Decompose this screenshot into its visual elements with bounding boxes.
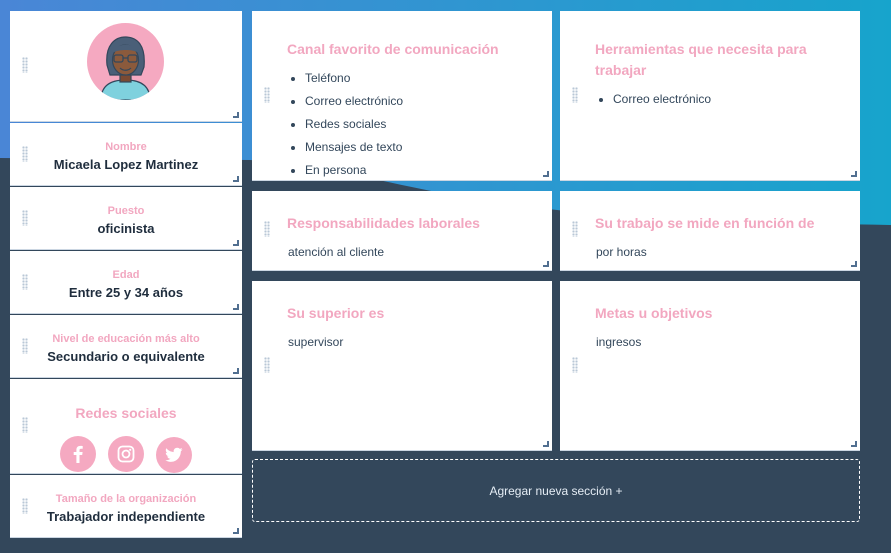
resize-handle[interactable]: [233, 240, 239, 246]
section-title: Su superior es: [287, 305, 385, 321]
drag-handle[interactable]: [22, 338, 28, 354]
list-item: Correo electrónico: [613, 88, 840, 111]
resize-handle[interactable]: [543, 441, 549, 447]
section-tools[interactable]: Herramientas que necesita para trabajar …: [560, 11, 860, 181]
section-superior[interactable]: Su superior es supervisor: [252, 281, 552, 451]
add-section-button[interactable]: Agregar nueva sección +: [252, 459, 860, 522]
field-label: Nivel de educación más alto: [52, 332, 200, 345]
woman-avatar-icon: [87, 23, 164, 100]
resize-handle[interactable]: [233, 176, 239, 182]
avatar-card: [10, 11, 242, 122]
list-item: En persona: [305, 159, 532, 182]
field-label: Edad: [112, 268, 140, 281]
section-title: Metas u objetivos: [595, 305, 713, 321]
field-value: Secundario o equivalente: [47, 348, 205, 364]
resize-handle[interactable]: [851, 171, 857, 177]
section-measured-by[interactable]: Su trabajo se mide en función de por hor…: [560, 191, 860, 271]
drag-handle[interactable]: [264, 87, 270, 103]
field-value: oficinista: [97, 220, 155, 236]
resize-handle[interactable]: [543, 171, 549, 177]
resize-handle[interactable]: [851, 441, 857, 447]
field-value: Trabajador independiente: [46, 508, 206, 524]
facebook-icon[interactable]: [59, 436, 96, 472]
persona-field-age[interactable]: Edad Entre 25 y 34 años: [10, 251, 242, 314]
section-body: Correo electrónico: [596, 88, 840, 111]
resize-handle[interactable]: [851, 261, 857, 267]
list-item: Teléfono: [305, 67, 532, 90]
social-label: Redes sociales: [75, 405, 177, 421]
section-title: Su trabajo se mide en función de: [595, 215, 815, 231]
list-item: Redes sociales: [305, 113, 532, 136]
list-item: Mensajes de texto: [305, 136, 532, 159]
persona-social-networks[interactable]: Redes sociales: [10, 379, 242, 474]
drag-handle[interactable]: [22, 210, 28, 226]
resize-handle[interactable]: [543, 261, 549, 267]
twitter-icon[interactable]: [156, 437, 193, 473]
field-label: Tamaño de la organización: [55, 492, 197, 505]
field-label: Puesto: [107, 204, 145, 217]
drag-handle[interactable]: [22, 146, 28, 162]
section-text: ingresos: [596, 335, 642, 349]
persona-field-job[interactable]: Puesto oficinista: [10, 187, 242, 250]
drag-handle[interactable]: [572, 357, 578, 373]
section-text: atención al cliente: [288, 245, 385, 259]
section-title: Canal favorito de comunicación: [287, 41, 499, 57]
instagram-icon[interactable]: [108, 436, 144, 472]
resize-handle[interactable]: [233, 528, 239, 534]
resize-handle[interactable]: [233, 368, 239, 374]
field-value: Micaela Lopez Martinez: [53, 156, 199, 172]
drag-handle[interactable]: [572, 87, 578, 103]
channel-list: Teléfono Correo electrónico Redes social…: [288, 67, 532, 182]
field-label: Nombre: [105, 140, 147, 153]
section-body: Teléfono Correo electrónico Redes social…: [288, 67, 532, 182]
section-text: por horas: [596, 245, 647, 259]
resize-handle[interactable]: [233, 304, 239, 310]
drag-handle[interactable]: [264, 221, 270, 237]
resize-handle[interactable]: [233, 112, 239, 118]
section-text: supervisor: [288, 335, 344, 349]
persona-field-org-size[interactable]: Tamaño de la organización Trabajador ind…: [10, 475, 242, 538]
list-item: Correo electrónico: [305, 90, 532, 113]
drag-handle[interactable]: [22, 57, 28, 73]
section-responsibilities[interactable]: Responsabilidades laborales atención al …: [252, 191, 552, 271]
drag-handle[interactable]: [572, 221, 578, 237]
section-goals[interactable]: Metas u objetivos ingresos: [560, 281, 860, 451]
persona-field-education[interactable]: Nivel de educación más alto Secundario o…: [10, 315, 242, 378]
section-preferred-channel[interactable]: Canal favorito de comunicación Teléfono …: [252, 11, 552, 181]
persona-field-name[interactable]: Nombre Micaela Lopez Martinez: [10, 123, 242, 186]
tools-list: Correo electrónico: [596, 88, 840, 111]
section-title: Responsabilidades laborales: [287, 215, 480, 231]
field-value: Entre 25 y 34 años: [68, 284, 184, 300]
drag-handle[interactable]: [22, 274, 28, 290]
section-title: Herramientas que necesita para trabajar: [595, 41, 807, 78]
drag-handle[interactable]: [264, 357, 270, 373]
drag-handle[interactable]: [22, 498, 28, 514]
